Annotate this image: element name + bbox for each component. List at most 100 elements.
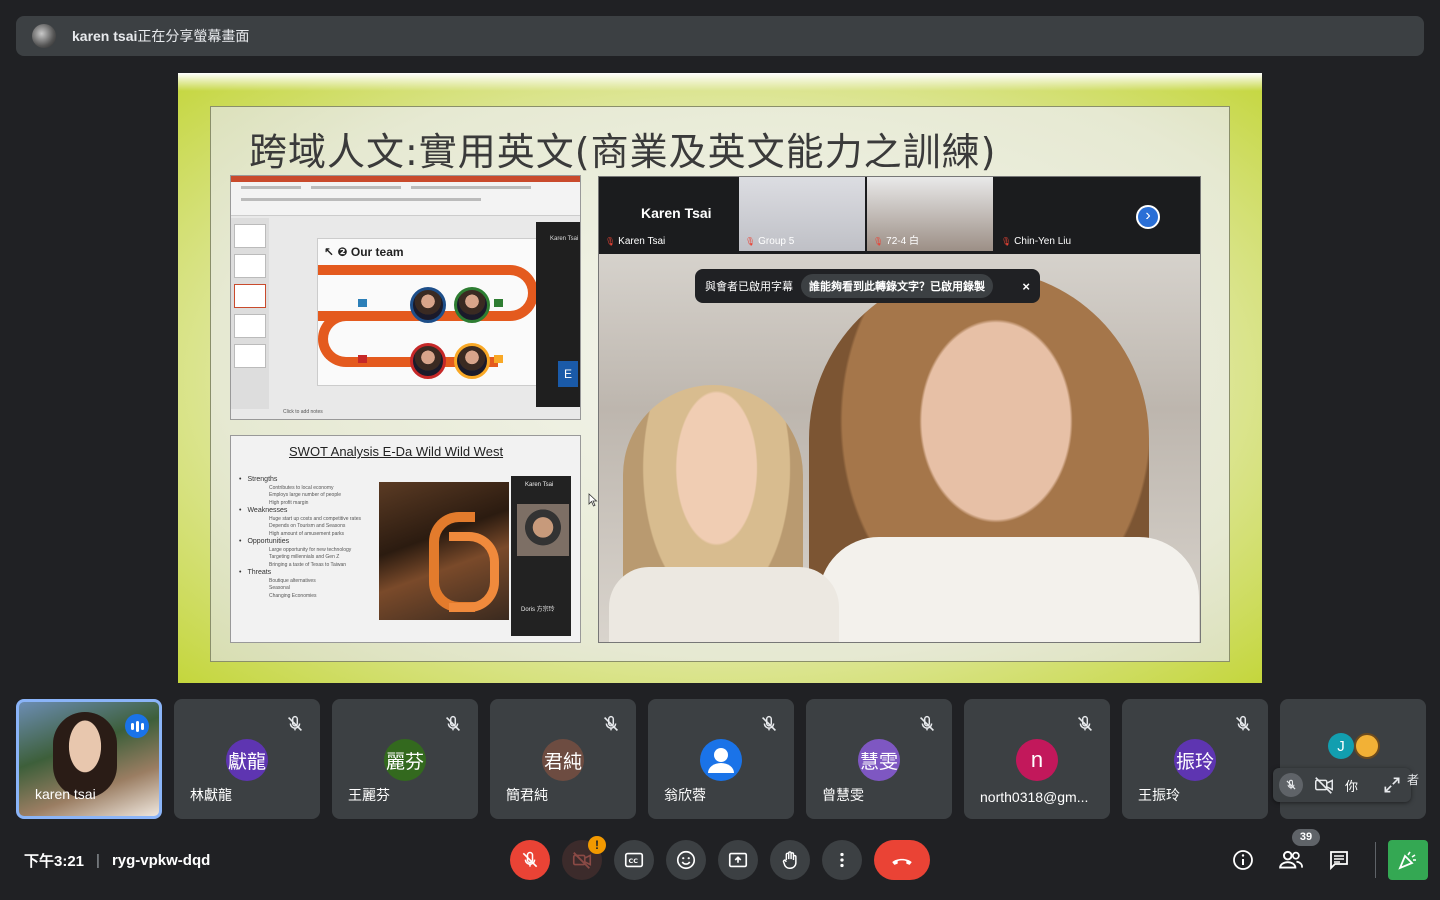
caption-pill: 誰能夠看到此轉錄文字？已啟用錄製 (801, 274, 993, 298)
side-letter-tile: E (558, 361, 578, 387)
bear-avatar-icon (1354, 733, 1380, 759)
swot-title: SWOT Analysis E-Da Wild Wild West (289, 444, 504, 459)
people-button[interactable] (1277, 846, 1305, 874)
embedded-tile-name: Chin-Yen Liu (1001, 236, 1071, 247)
speaking-indicator-icon (125, 714, 149, 738)
participant-avatar: 慧雯 (858, 739, 900, 781)
embedded-tile-name: 72-4 白 (873, 232, 919, 247)
participant-avatar: J (1328, 733, 1354, 759)
swot-section: Threats (239, 569, 379, 578)
mic-off-button[interactable] (1279, 773, 1303, 797)
participant-tile[interactable]: n north0318@gm... (964, 699, 1110, 819)
participant-tile[interactable]: 獻龍 林獻龍 (174, 699, 320, 819)
close-icon: × (1022, 278, 1030, 294)
swot-section: Opportunities (239, 538, 379, 547)
activities-button[interactable] (1388, 840, 1428, 880)
participant-name: karen tsai (35, 786, 96, 802)
embedded-tile-strip: Karen Tsai Karen Tsai Group 5 72-4 白 Chi… (599, 177, 1200, 254)
participant-name: 翁欣蓉 (664, 787, 706, 803)
mic-off-icon (919, 715, 935, 732)
mouse-cursor-icon (588, 493, 598, 507)
mic-off-icon (1077, 715, 1093, 732)
shared-screen: 跨域人文:實用英文(商業及英文能力之訓練) ↖ ❷ Our team Karen… (178, 73, 1262, 683)
participant-avatar: 振玲 (1174, 739, 1216, 781)
mic-off-icon (761, 715, 777, 732)
swot-camera-panel: Karen Tsai Doris 方宗玲 (511, 476, 571, 636)
participant-name: north0318@gm... (980, 789, 1089, 805)
mic-off-icon (522, 851, 538, 868)
more-vert-icon (840, 852, 844, 868)
slide-screenshot-our-team: ↖ ❷ Our team Karen Tsai E Click to add n… (230, 175, 581, 420)
participant-name: 王麗芬 (348, 787, 390, 803)
captions-button[interactable]: CC (614, 840, 654, 880)
participant-name: 王振玲 (1138, 787, 1180, 803)
swot-list: Strengths Contributes to local economy E… (239, 476, 379, 600)
participant-name: 簡君純 (506, 787, 548, 803)
our-team-slide: ↖ ❷ Our team (317, 238, 547, 386)
embedded-meet-screenshot: Karen Tsai Karen Tsai Group 5 72-4 白 Chi… (598, 176, 1201, 643)
mic-off-icon (603, 715, 619, 732)
chat-icon (1330, 851, 1348, 871)
participant-name: 林獻龍 (190, 787, 232, 803)
presenter-avatar (32, 24, 56, 48)
participant-tile[interactable]: 振玲 王振玲 (1122, 699, 1268, 819)
microphone-toggle-button[interactable] (510, 840, 550, 880)
self-tile-hover-controls: 你 (1273, 768, 1411, 802)
presentation-banner: karen tsai正在分享螢幕畫面 (16, 16, 1424, 56)
warning-badge: ! (588, 836, 606, 854)
meeting-time: 下午3:21 (24, 853, 85, 870)
swot-section: Strengths (239, 476, 379, 485)
waterpark-photo (379, 482, 509, 620)
mic-off-icon (1235, 715, 1251, 732)
reactions-button[interactable] (666, 840, 706, 880)
you-label: 你 (1345, 778, 1359, 794)
slide-screenshot-swot: SWOT Analysis E-Da Wild Wild West Streng… (230, 435, 581, 643)
slide-title: 跨域人文:實用英文(商業及英文能力之訓練) (249, 130, 997, 174)
participant-tile[interactable]: 麗芬 王麗芬 (332, 699, 478, 819)
leave-call-button[interactable] (874, 840, 930, 880)
default-person-avatar-icon (700, 739, 742, 781)
caption-notice: 與會者已啟用字幕 誰能夠看到此轉錄文字？已啟用錄製 × (695, 269, 1040, 303)
hang-up-icon (892, 858, 912, 865)
participant-avatar: 君純 (542, 739, 584, 781)
info-icon (1233, 850, 1253, 870)
toolbar-divider (1375, 842, 1376, 878)
ppt-ribbon (231, 176, 580, 216)
present-screen-button[interactable] (718, 840, 758, 880)
camera-off-icon[interactable] (1313, 774, 1335, 796)
our-team-heading: ↖ ❷ Our team (324, 245, 404, 259)
slide-thumbnails (231, 218, 269, 409)
presentation-slide: 跨域人文:實用英文(商業及英文能力之訓練) ↖ ❷ Our team Karen… (210, 106, 1230, 662)
meeting-details-button[interactable] (1229, 846, 1257, 874)
activities-icon (1398, 851, 1416, 870)
presentation-banner-text: karen tsai正在分享螢幕畫面 (72, 28, 250, 44)
participant-tile[interactable]: 翁欣蓉 (648, 699, 794, 819)
meeting-info: 下午3:21 | ryg-vpkw-dqd (24, 852, 211, 870)
hand-icon (782, 851, 797, 869)
more-options-button[interactable] (822, 840, 862, 880)
truncated-label: 者 (1407, 773, 1420, 787)
emoji-icon (676, 850, 696, 870)
camera-off-icon (572, 852, 592, 869)
participant-tile[interactable]: 君純 簡君純 (490, 699, 636, 819)
participant-avatar: n (1016, 739, 1058, 781)
notes-hint: Click to add notes (283, 409, 323, 415)
swot-section: Weaknesses (239, 507, 379, 516)
raise-hand-button[interactable] (770, 840, 810, 880)
expand-icon[interactable] (1382, 775, 1402, 795)
participant-name: 曾慧雯 (822, 787, 864, 803)
camera-toggle-button[interactable]: ! (562, 836, 606, 880)
participant-avatar: 麗芬 (384, 739, 426, 781)
chat-button[interactable] (1325, 846, 1353, 874)
participant-tile[interactable]: 慧雯 曾慧雯 (806, 699, 952, 819)
mic-off-icon (445, 715, 461, 732)
embedded-next-icon: › (1136, 205, 1160, 229)
embedded-tile-name: Karen Tsai (605, 236, 665, 247)
participant-tile-self[interactable]: karen tsai (16, 699, 162, 819)
embedded-tile-name: Group 5 (745, 236, 794, 247)
present-icon (728, 852, 748, 868)
meeting-code: ryg-vpkw-dqd (111, 852, 211, 869)
presenter-side-panel: Karen Tsai E (536, 222, 580, 407)
captions-icon: CC (624, 852, 644, 868)
participant-avatar: 獻龍 (226, 739, 268, 781)
